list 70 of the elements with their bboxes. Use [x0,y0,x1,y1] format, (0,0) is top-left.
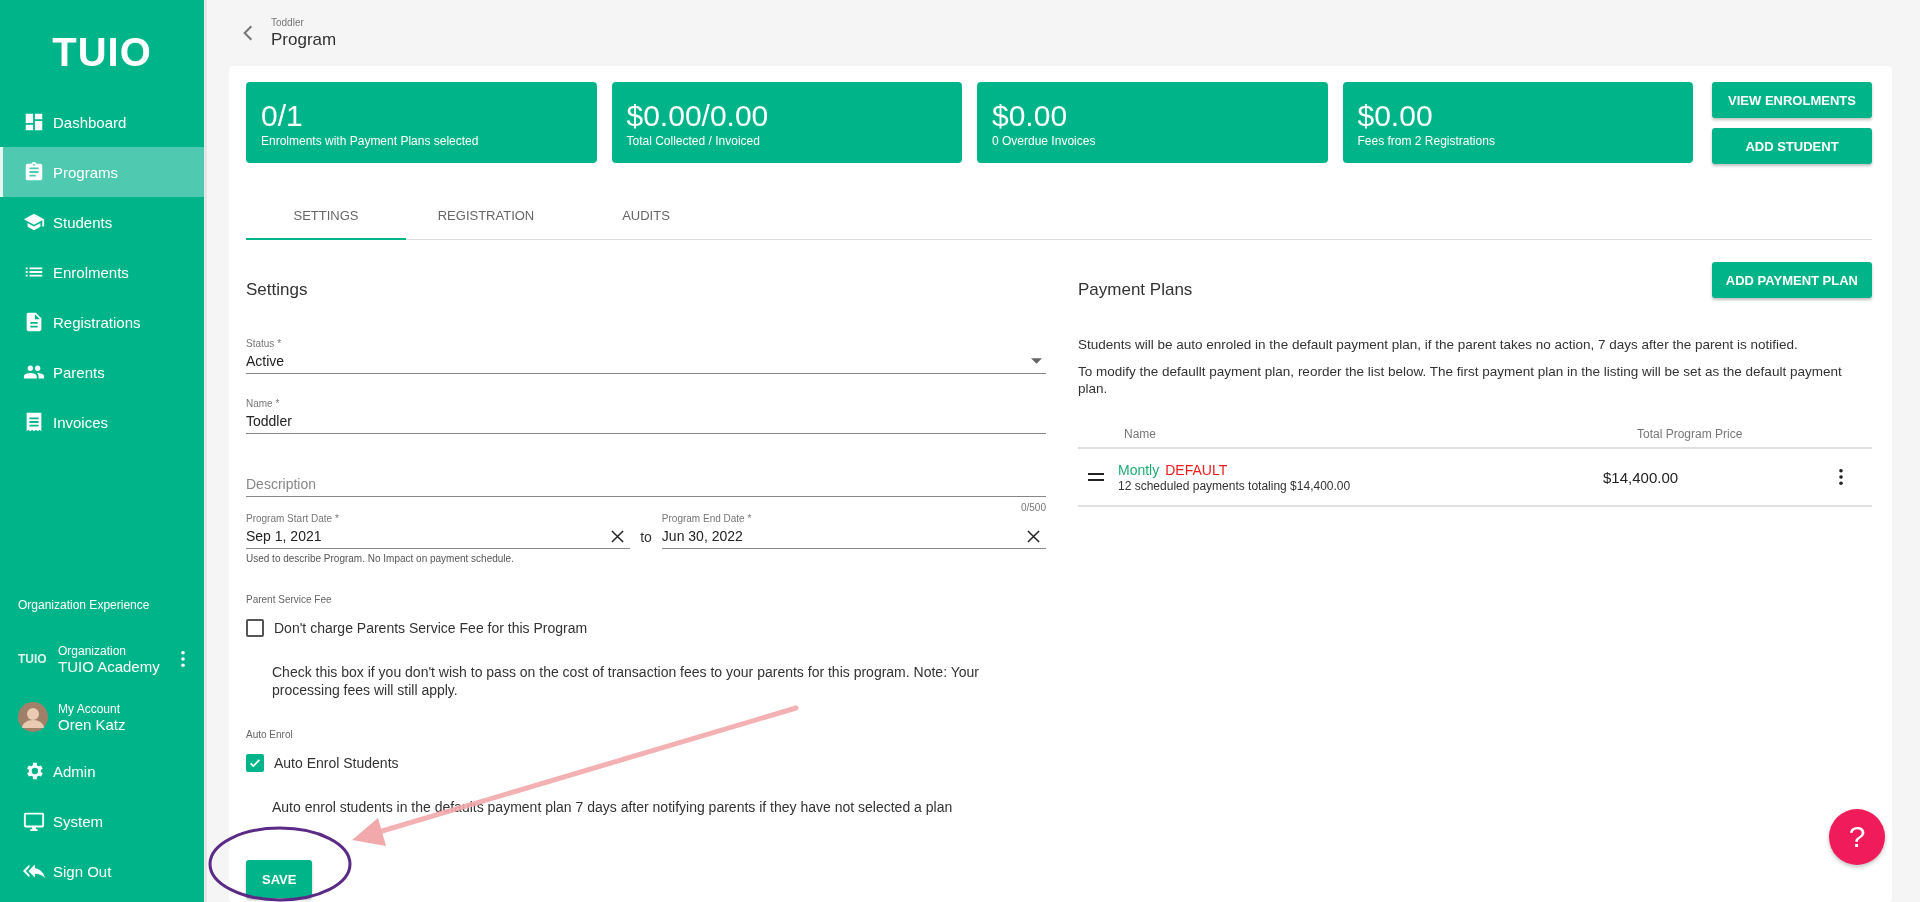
stat-value: 0/1 [261,100,304,132]
close-icon[interactable] [1027,529,1040,543]
avatar [18,702,48,732]
back-icon[interactable] [243,24,253,42]
organization-name: TUIO Academy [58,657,161,675]
section-label: Parent Service Fee [246,594,333,605]
account-label: Organization [58,643,128,658]
tuio-logo: TUIO [51,29,153,76]
tab[interactable]: REGISTRATION [406,192,566,240]
account-label: My Account [58,701,122,716]
section-heading: Organization Experience [17,598,151,614]
stat-caption: Enrolments with Payment Plans selected [261,134,480,148]
date-separator: to [640,529,652,547]
sidebar-item[interactable]: Programs [0,147,204,197]
plan-details: 12 scheduled payments totaling $14,400.00 [1118,479,1352,493]
column-header: Total Program Price [1637,427,1744,441]
helper-text: Used to describe Program. No Impact on payment schedule. [246,553,515,564]
monitor-icon [23,810,45,832]
tab[interactable]: SETTINGS [246,192,406,240]
stat-value: $0.00 [992,100,1069,132]
checkbox[interactable] [246,619,264,637]
caret-icon [1031,358,1042,364]
stat-caption: Total Collected / Invoiced [626,134,761,148]
start-date-field[interactable]: Program Start Date * Sep 1, 2021 [246,513,631,549]
checkbox-label[interactable]: Don't charge Parents Service Fee for this Program [274,620,588,636]
name-field[interactable]: Name * Toddler [246,398,1046,434]
sidebar-item[interactable]: System [0,796,204,846]
close-icon[interactable] [611,529,625,543]
graduation-cap-icon [23,211,45,233]
sidebar-item[interactable]: Parents [0,347,204,397]
more-icon[interactable] [1838,468,1844,486]
save-button[interactable]: SAVE [246,860,313,898]
tab[interactable]: AUDITS [566,192,726,240]
end-date-field[interactable]: Program End Date * Jun 30, 2022 [661,513,1046,549]
stat-caption: 0 Overdue Invoices [992,134,1097,148]
sidebar-item[interactable]: Sign Out [0,846,204,896]
sidebar-item[interactable]: Enrolments [0,247,204,297]
default-label: DEFAULT [1165,462,1228,478]
action-button[interactable]: ADD STUDENT [1712,128,1872,164]
section-label: Auto Enrol [246,729,294,740]
info-text: Students will be auto enroled in the default payment plan, if the parent takes no action, 7 days after the parent is notified. [1078,336,1799,353]
clipboard-icon [23,161,45,183]
tuio-logo: TUIO [18,652,48,666]
plan-name[interactable]: Montly [1118,462,1160,478]
stat-value: $0.00 [1357,100,1434,132]
drag-handle-icon[interactable] [1088,473,1104,481]
breadcrumb: Toddler [271,16,305,28]
add-payment-plan-button[interactable]: ADD PAYMENT PLAN [1711,262,1872,298]
sidebar-item[interactable]: Dashboard [0,97,204,147]
account-name: Oren Katz [58,715,127,733]
status-select[interactable]: Status * Active [246,338,1046,374]
stat-caption: Fees from 2 Registrations [1357,134,1496,148]
column-header: Name [1124,427,1157,441]
page-title: Program [271,29,337,50]
checkbox[interactable] [246,754,264,772]
sidebar-item[interactable]: Students [0,197,204,247]
sidebar-item[interactable]: Admin [0,746,204,796]
stat-value: $0.00/0.00 [626,100,770,132]
plan-price: $14,400.00 [1603,468,1680,486]
checkbox-label[interactable]: Auto Enrol Students [274,755,399,771]
action-button[interactable]: VIEW ENROLMENTS [1712,82,1872,118]
info-text: To modify the defaullt payment plan, reorder the list below. The first payment plan in the listing will be set as the default payment plan. [1078,363,1843,397]
option-description: Auto enrol students in the defaults payment plan 7 days after notifying parents if they have not selected a plan [272,798,954,816]
sidebar-item[interactable]: Registrations [0,297,204,347]
option-description: Check this box if you don't wish to pass on the cost of transaction fees to your parents for this program. Note: Your processing fees will still apply. [272,663,980,699]
character-counter: 0/500 [1019,502,1046,513]
sidebar-item[interactable]: Invoices [0,397,204,447]
section-heading: Payment Plans [1078,280,1193,300]
dashboard-icon [23,111,45,133]
section-heading: Settings [246,280,309,300]
